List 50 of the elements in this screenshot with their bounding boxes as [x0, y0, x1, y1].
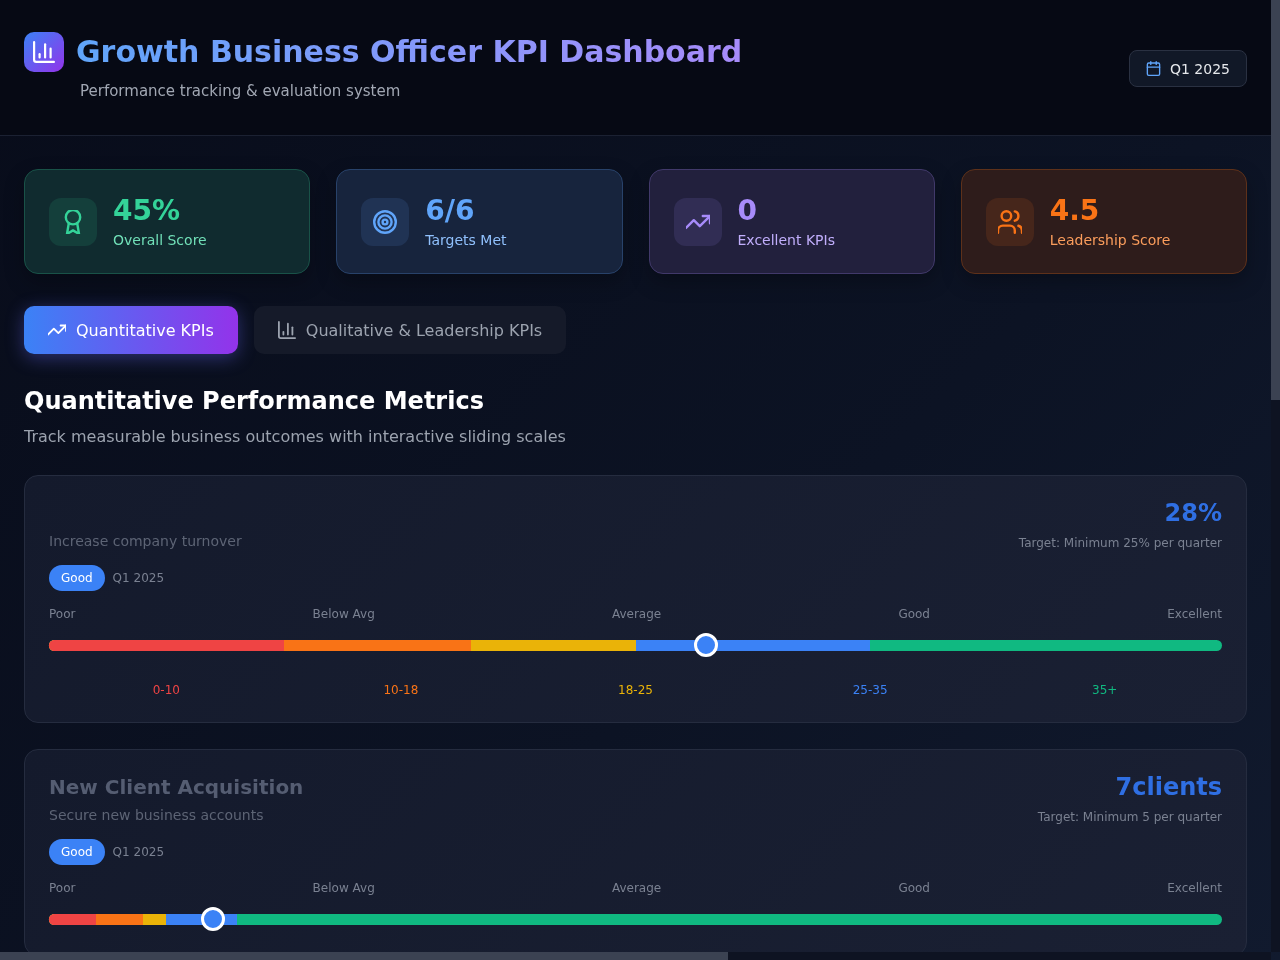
vertical-scrollbar[interactable]: [1271, 0, 1280, 952]
kpi-value: 28%: [1164, 499, 1222, 527]
slider-thumb[interactable]: [693, 633, 718, 657]
range-label: 0-10: [152, 682, 180, 698]
target-icon: [361, 197, 410, 246]
stat-label: Leadership Score: [1049, 230, 1171, 249]
stat-value: 45%: [113, 194, 181, 227]
kpi-description: Increase company turnover: [49, 532, 242, 551]
range-label: 25-35: [852, 682, 888, 698]
scale-label: Average: [611, 880, 662, 896]
people-icon: [985, 197, 1034, 246]
scale-label: Good: [898, 880, 930, 896]
stat-label: Excellent KPIs: [737, 230, 835, 249]
kpi-title: New Client Acquisition: [49, 774, 304, 801]
status-badge: Good: [49, 565, 105, 591]
kpi-target: Target: Minimum 25% per quarter: [1018, 535, 1222, 551]
period-button[interactable]: Q1 2025: [1129, 50, 1247, 87]
stat-value: 6/6: [425, 194, 475, 227]
scale-label: Poor: [49, 880, 76, 896]
slider-thumb[interactable]: [201, 907, 226, 931]
range-label: 18-25: [618, 682, 653, 698]
dashboard-subtitle: Performance tracking & evaluation system: [80, 81, 401, 101]
tab[interactable]: Qualitative & Leadership KPIs: [253, 306, 567, 354]
scale-label: Below Avg: [312, 880, 375, 896]
period-label: Q1 2025: [112, 570, 165, 586]
bar-chart-icon: [24, 32, 64, 72]
kpi-target: Target: Minimum 5 per quarter: [1037, 809, 1222, 825]
kpi-value: 7clients: [1115, 773, 1222, 801]
section-title: Quantitative Performance Metrics: [24, 386, 484, 416]
status-badge: Good: [49, 839, 105, 865]
stat-value: 0: [737, 194, 757, 227]
range-label: 10-18: [383, 682, 419, 698]
stat-label: Targets Met: [425, 230, 507, 249]
stat-value: 4.5: [1049, 194, 1100, 227]
range-label: 35+: [1092, 682, 1118, 698]
horizontal-scrollbar[interactable]: [0, 952, 1271, 960]
section-subtitle: Track measurable business outcomes with interactive sliding scales: [24, 426, 566, 448]
medal-icon: [49, 197, 97, 246]
scale-label: Poor: [49, 606, 76, 622]
scale-label: Excellent: [1167, 606, 1222, 622]
bar-chart-icon: [277, 321, 296, 339]
scale-label: Excellent: [1167, 880, 1222, 896]
period-label: Q1 2025: [112, 844, 165, 860]
scale-label: Below Avg: [312, 606, 375, 622]
kpi-description: Secure new business accounts: [49, 806, 264, 825]
stat-label: Overall Score: [113, 230, 207, 249]
calendar-icon: [1146, 61, 1161, 76]
scale-label: Good: [898, 606, 930, 622]
tab[interactable]: Quantitative KPIs: [24, 306, 238, 354]
scale-label: Average: [611, 606, 662, 622]
